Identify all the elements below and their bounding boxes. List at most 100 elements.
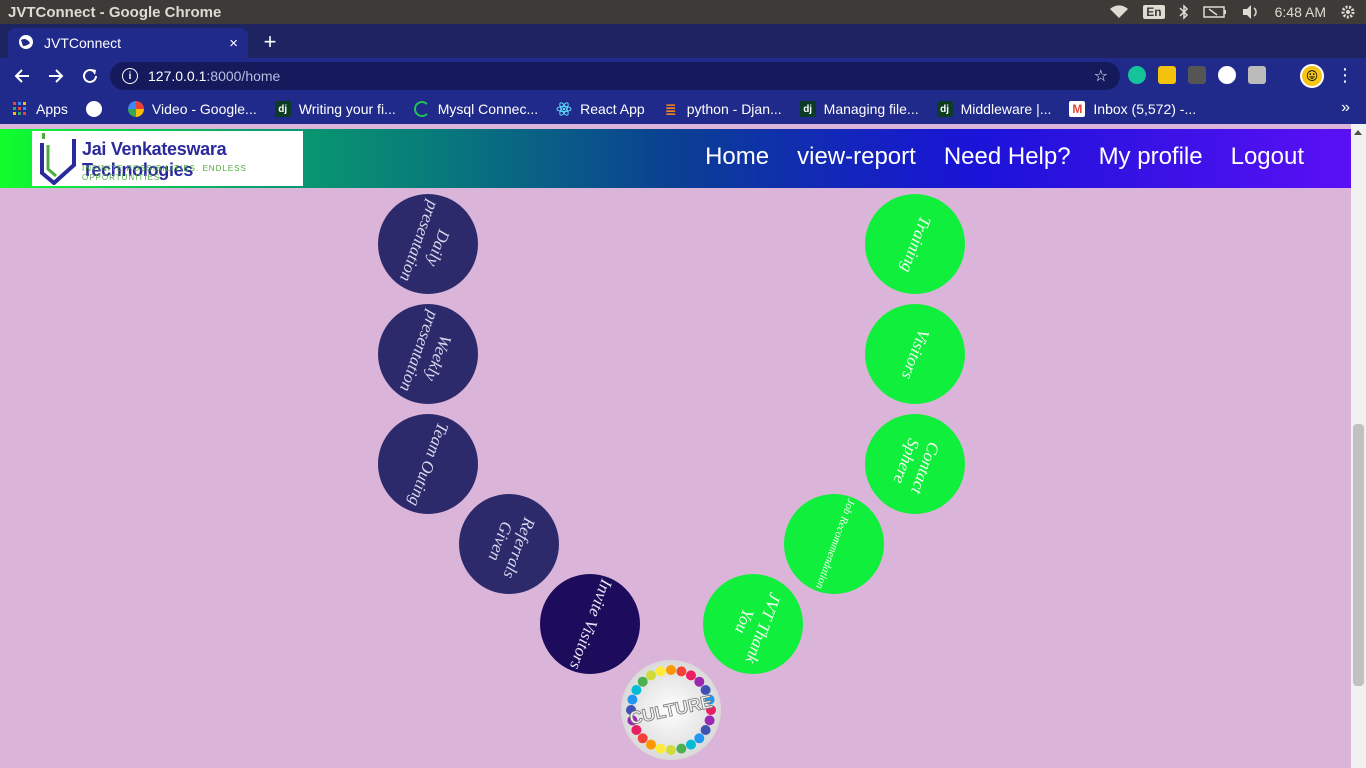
tab-title: JVTConnect — [44, 35, 122, 51]
tab-jvtconnect[interactable]: JVTConnect × — [8, 28, 248, 58]
bookmark-label: Mysql Connec... — [437, 101, 539, 117]
back-arrow-icon[interactable] — [6, 60, 38, 92]
django-icon: dj — [799, 101, 816, 117]
bookmarks-bar: Apps Video - Google... dj Writing your f… — [0, 94, 1366, 124]
clapper-icon[interactable] — [1188, 66, 1206, 84]
volume-icon[interactable] — [1241, 4, 1261, 20]
window-title: JVTConnect - Google Chrome — [8, 3, 222, 21]
culture-person-figure — [646, 670, 656, 681]
site-info-icon[interactable]: i — [122, 68, 138, 84]
culture-person-figure — [704, 715, 715, 726]
django-icon: dj — [936, 101, 953, 117]
battery-icon[interactable] — [1202, 6, 1227, 18]
url-path: :8000/home — [206, 68, 281, 84]
grammarly-icon[interactable] — [1128, 66, 1146, 84]
culture-person-figure — [700, 725, 711, 735]
nav-view-report[interactable]: view-report — [797, 143, 916, 171]
extensions — [1128, 66, 1266, 84]
reload-icon[interactable] — [74, 60, 106, 92]
bookmark-label: Inbox (5,572) -... — [1093, 101, 1197, 117]
company-logo[interactable]: Jai Venkateswara Technologies INFINITE P… — [32, 131, 303, 186]
tab-strip: JVTConnect × + — [0, 24, 1366, 58]
circle-label: Invite Visitors — [565, 576, 616, 672]
culture-person-figure — [637, 733, 648, 744]
scroll-up-arrow-icon[interactable] — [1354, 130, 1362, 135]
scrollbar-thumb[interactable] — [1353, 424, 1364, 686]
wifi-icon[interactable] — [1109, 5, 1129, 19]
circle-label: Team Outing — [404, 419, 453, 509]
more-bookmarks-icon[interactable]: » — [1341, 99, 1350, 117]
bookmark-inbox[interactable]: M Inbox (5,572) -... — [1069, 101, 1196, 117]
extension-icon[interactable] — [1248, 66, 1266, 84]
browser-toolbar: i 127.0.0.1:8000/home ☆ 😛 ⋮ — [0, 58, 1366, 94]
bookmark-label: python - Djan... — [686, 101, 782, 117]
clock[interactable]: 6:48 AM — [1275, 4, 1326, 20]
nav-logout[interactable]: Logout — [1231, 143, 1304, 171]
profile-avatar-icon[interactable]: 😛 — [1300, 64, 1324, 88]
circle-label: Referrals Given — [484, 514, 539, 581]
bookmark-video-google[interactable]: Video - Google... — [127, 101, 257, 117]
circle-training[interactable]: Training — [865, 194, 965, 294]
forward-arrow-icon[interactable] — [40, 60, 72, 92]
culture-person-figure — [676, 666, 687, 677]
tab-close-icon[interactable]: × — [229, 35, 238, 52]
culture-person-figure — [637, 676, 648, 687]
bookmark-managing-files[interactable]: dj Managing file... — [799, 101, 919, 117]
bookmark-globe[interactable] — [85, 101, 110, 117]
os-top-bar: JVTConnect - Google Chrome En 6:48 AM — [0, 0, 1366, 24]
google-classroom-icon[interactable] — [1158, 66, 1176, 84]
gnome-icon[interactable] — [1218, 66, 1236, 84]
circle-invite-visitors[interactable]: Invite Visitors — [540, 574, 640, 674]
jvt-logo-icon — [40, 133, 76, 185]
circle-contact-sphere[interactable]: Contact Sphere — [865, 414, 965, 514]
django-icon: dj — [274, 101, 291, 117]
circle-job-recommendation[interactable]: Job Recommendation — [784, 494, 884, 594]
bookmark-python-django[interactable]: ≣ python - Djan... — [663, 101, 782, 118]
circle-referrals-given[interactable]: Referrals Given — [459, 494, 559, 594]
mysql-loading-icon — [413, 101, 430, 117]
chrome-menu-icon[interactable]: ⋮ — [1336, 66, 1354, 84]
circle-visitors[interactable]: Visitors — [865, 304, 965, 404]
circle-weekly-presentation[interactable]: Weekly presentation — [378, 304, 478, 404]
culture-image[interactable]: CULTURE — [621, 660, 721, 760]
culture-person-figure — [694, 676, 705, 687]
circle-label: Contact Sphere — [889, 435, 944, 497]
new-tab-button[interactable]: + — [258, 30, 282, 54]
bookmark-label: Managing file... — [823, 101, 919, 117]
circle-label: Daily presentation — [395, 197, 454, 284]
circle-label: Job Recommendation — [812, 497, 857, 591]
culture-person-figure — [631, 685, 642, 695]
circle-daily-presentation[interactable]: Daily presentation — [378, 194, 478, 294]
culture-person-figure — [666, 745, 676, 755]
nav-need-help[interactable]: Need Help? — [944, 143, 1071, 171]
bookmark-mysql[interactable]: Mysql Connec... — [413, 101, 539, 117]
bookmark-writing-your-first[interactable]: dj Writing your fi... — [274, 101, 396, 117]
globe-icon — [18, 34, 34, 53]
culture-text: CULTURE — [628, 691, 715, 728]
culture-people-ring-icon: CULTURE — [626, 665, 716, 755]
circle-team-outing[interactable]: Team Outing — [378, 414, 478, 514]
culture-person-figure — [627, 694, 638, 705]
main-nav: Home view-report Need Help? My profile L… — [705, 143, 1304, 171]
bookmark-star-icon[interactable]: ☆ — [1094, 66, 1108, 86]
address-bar[interactable]: i 127.0.0.1:8000/home ☆ — [110, 62, 1120, 90]
bookmark-label: Video - Google... — [151, 101, 257, 117]
bookmark-apps[interactable]: Apps — [12, 101, 68, 117]
bluetooth-icon[interactable] — [1179, 4, 1189, 20]
circle-jvt-thank-you[interactable]: JVT Thank You — [703, 574, 803, 674]
nav-home[interactable]: Home — [705, 143, 769, 171]
circle-label: Weekly presentation — [395, 307, 456, 394]
circle-label: Training — [896, 213, 935, 276]
google-video-icon — [127, 101, 144, 117]
bookmark-label: Writing your fi... — [298, 101, 396, 117]
nav-my-profile[interactable]: My profile — [1099, 143, 1203, 171]
culture-person-figure — [686, 670, 696, 681]
settings-gear-icon[interactable] — [1340, 4, 1356, 20]
culture-person-figure — [655, 666, 666, 677]
keyboard-language[interactable]: En — [1143, 5, 1165, 19]
culture-person-figure — [694, 733, 705, 744]
culture-person-figure — [646, 739, 656, 750]
circle-label: Visitors — [897, 326, 934, 382]
bookmark-middleware[interactable]: dj Middleware |... — [936, 101, 1051, 117]
bookmark-react-app[interactable]: React App — [556, 101, 645, 117]
